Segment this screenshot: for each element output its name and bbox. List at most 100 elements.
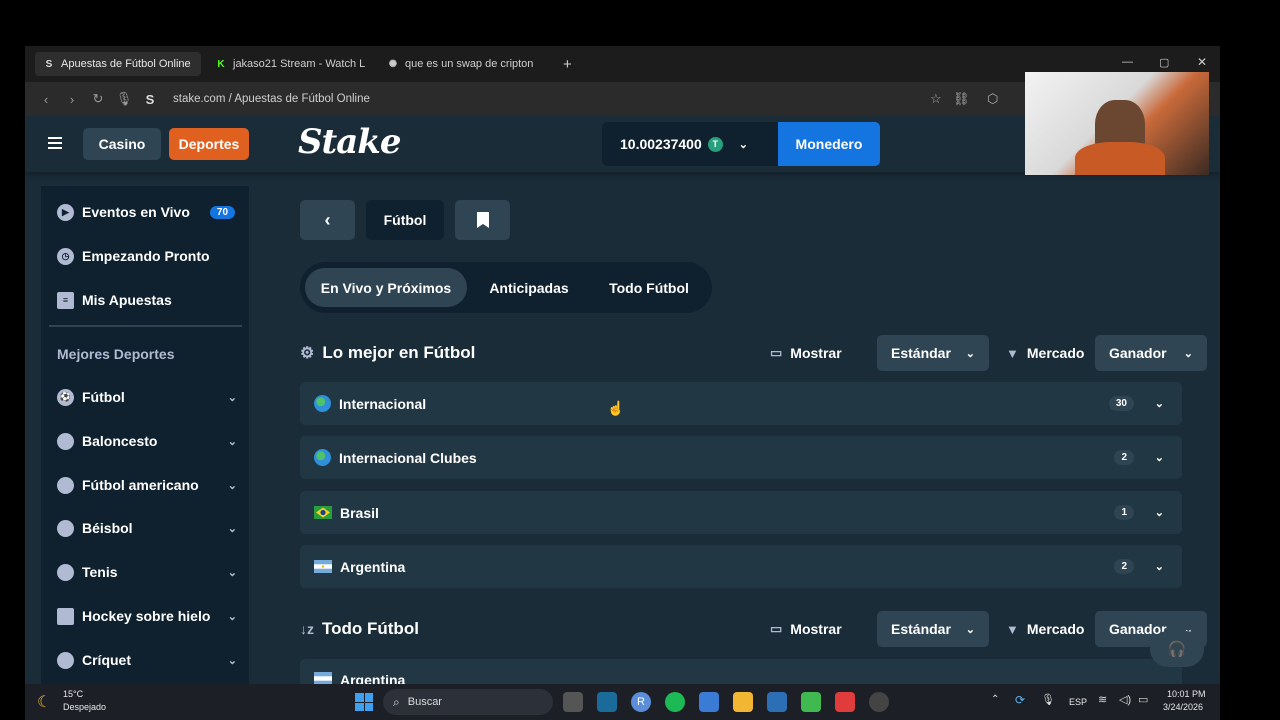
globe-icon xyxy=(314,395,331,412)
sidebar-item-hockey[interactable]: Hockey sobre hielo ⌄ xyxy=(57,604,237,628)
sidebar-item-my-bets[interactable]: ≡ Mis Apuestas xyxy=(57,288,237,312)
bookmark-star-icon[interactable]: ☆ xyxy=(930,91,942,107)
chevron-up-icon[interactable]: ⌃ xyxy=(991,694,999,705)
file-explorer-icon[interactable] xyxy=(733,692,753,712)
task-view-icon[interactable] xyxy=(563,692,583,712)
reload-icon[interactable]: ↻ xyxy=(85,91,111,107)
sidebar-item-criquet[interactable]: Críquet ⌄ xyxy=(57,648,237,672)
deportes-button[interactable]: Deportes xyxy=(169,128,249,160)
market-dropdown[interactable]: Ganador ⌄ xyxy=(1095,335,1207,371)
back-button[interactable]: ‹ xyxy=(300,200,355,240)
league-row-brasil[interactable]: Brasil 1 ⌄ xyxy=(300,491,1182,534)
cricket-ball-icon xyxy=(57,651,74,669)
market-label: ▼ Mercado xyxy=(1006,345,1084,361)
sidebar-item-futbol[interactable]: ⚽ Fútbol ⌄ xyxy=(57,385,237,409)
battery-icon[interactable]: ▭ xyxy=(1138,693,1148,706)
chevron-down-icon: ⌄ xyxy=(1154,452,1164,464)
section-title-text: Lo mejor en Fútbol xyxy=(322,343,476,362)
sidebar-item-live-events[interactable]: ▶ Eventos en Vivo 70 xyxy=(57,200,237,224)
chevron-left-icon: ‹ xyxy=(324,209,331,230)
microphone-icon[interactable]: 🎙 xyxy=(1041,693,1055,706)
brazil-flag-icon xyxy=(314,506,332,519)
hamburger-menu-icon[interactable] xyxy=(48,137,62,152)
stake-logo[interactable]: Stake xyxy=(298,122,401,162)
browser-tab-kick[interactable]: K jakaso21 Stream - Watch L xyxy=(207,52,367,76)
sidebar: ▶ Eventos en Vivo 70 ◷ Empezando Pronto … xyxy=(41,186,249,684)
tab-live-upcoming[interactable]: En Vivo y Próximos xyxy=(305,268,467,307)
volume-icon[interactable]: ◁) xyxy=(1119,693,1131,706)
new-tab-button[interactable]: + xyxy=(555,52,580,76)
language-indicator[interactable]: ESP xyxy=(1069,697,1087,707)
spotify-icon[interactable] xyxy=(665,692,685,712)
tether-coin-icon: T xyxy=(707,136,723,152)
show-dropdown[interactable]: Estándar ⌄ xyxy=(877,335,989,371)
ai-assistant-icon[interactable] xyxy=(869,692,889,712)
chevron-down-icon: ⌄ xyxy=(1154,507,1164,519)
league-row-argentina[interactable]: Argentina 2 ⌄ xyxy=(300,545,1182,588)
clock-date[interactable]: 3/24/2026 xyxy=(1163,702,1203,712)
taskbar-search[interactable]: ⌕ Buscar xyxy=(383,689,553,715)
sidebar-item-label: Fútbol xyxy=(82,389,125,405)
chevron-down-icon: ⌄ xyxy=(1154,561,1164,573)
weather-desc: Despejado xyxy=(63,702,107,712)
minimize-button[interactable]: — xyxy=(1122,56,1133,68)
webcam-overlay xyxy=(1025,72,1209,175)
balance-selector[interactable]: 10.00237400 T ⌄ xyxy=(602,122,778,166)
sync-icon[interactable]: ⟳ xyxy=(1015,693,1025,707)
close-window-button[interactable]: ✕ xyxy=(1197,55,1207,69)
play-circle-icon: ▶ xyxy=(57,203,74,221)
edge-browser-icon[interactable] xyxy=(597,692,617,712)
back-nav-icon[interactable]: ‹ xyxy=(33,92,59,107)
soccer-ball-icon: ⚽ xyxy=(57,388,74,406)
vscode-icon[interactable] xyxy=(767,692,787,712)
wallet-button[interactable]: Monedero xyxy=(778,122,880,166)
event-count-badge: 2 xyxy=(1114,450,1134,465)
extensions-icon[interactable]: ⬡ xyxy=(987,91,998,107)
clock-time[interactable]: 10:01 PM xyxy=(1167,689,1206,699)
tab-anticipadas[interactable]: Anticipadas xyxy=(472,268,586,307)
show-label: ▭ Mostrar xyxy=(770,345,842,361)
sidebar-item-label: Béisbol xyxy=(82,520,133,536)
bookmark-button[interactable] xyxy=(455,200,510,240)
browser-tab-search[interactable]: ✺ que es un swap de cripton xyxy=(379,52,539,76)
maximize-button[interactable]: ▢ xyxy=(1159,56,1169,69)
league-row-partial[interactable]: Argentina xyxy=(300,659,1182,684)
app-r-icon[interactable]: R xyxy=(631,692,651,712)
mouse-cursor-icon: ☝ xyxy=(607,400,625,416)
chevron-down-icon: ⌄ xyxy=(965,347,975,360)
american-football-icon xyxy=(57,476,74,494)
url-field[interactable]: stake.com / Apuestas de Fútbol Online xyxy=(173,93,370,105)
sidebar-item-label: Tenis xyxy=(82,564,118,580)
tab-todo-futbol[interactable]: Todo Fútbol xyxy=(592,268,706,307)
filter-icon: ▼ xyxy=(1006,621,1019,637)
sidebar-item-label: Críquet xyxy=(82,652,131,668)
link-icon[interactable]: ⛓ xyxy=(953,91,970,107)
bookmark-icon xyxy=(476,212,489,228)
sidebar-item-label: Hockey sobre hielo xyxy=(82,608,211,624)
microphone-icon[interactable]: 🎙 xyxy=(111,91,137,107)
vivaldi-icon[interactable] xyxy=(835,692,855,712)
show-dropdown[interactable]: Estándar ⌄ xyxy=(877,611,989,647)
sidebar-item-baloncesto[interactable]: Baloncesto ⌄ xyxy=(57,429,237,453)
sidebar-item-starting-soon[interactable]: ◷ Empezando Pronto xyxy=(57,244,237,268)
sidebar-item-beisbol[interactable]: Béisbol ⌄ xyxy=(57,516,237,540)
weather-temp: 15°C xyxy=(63,689,84,699)
league-row-internacional[interactable]: Internacional 30 ⌄ xyxy=(300,382,1182,425)
show-dropdown-value: Estándar xyxy=(891,621,951,637)
casino-button[interactable]: Casino xyxy=(83,128,161,160)
sidebar-item-tenis[interactable]: Tenis ⌄ xyxy=(57,560,237,584)
tab-label: Apuestas de Fútbol Online xyxy=(61,58,191,70)
sidebar-item-label: Eventos en Vivo xyxy=(82,204,190,220)
baseball-icon xyxy=(57,519,74,537)
wifi-icon[interactable]: ≋ xyxy=(1098,693,1107,706)
browser-tab-stake[interactable]: S Apuestas de Fútbol Online xyxy=(35,52,201,76)
sport-title: Fútbol xyxy=(366,200,444,240)
cube-app-icon[interactable] xyxy=(801,692,821,712)
sidebar-item-futbol-americano[interactable]: Fútbol americano ⌄ xyxy=(57,473,237,497)
support-chat-button[interactable]: 🎧 xyxy=(1150,631,1204,667)
league-row-internacional-clubes[interactable]: Internacional Clubes 2 ⌄ xyxy=(300,436,1182,479)
store-icon[interactable] xyxy=(699,692,719,712)
forward-nav-icon[interactable]: › xyxy=(59,92,85,107)
search-placeholder: Buscar xyxy=(407,696,442,708)
windows-start-icon[interactable] xyxy=(355,693,373,711)
